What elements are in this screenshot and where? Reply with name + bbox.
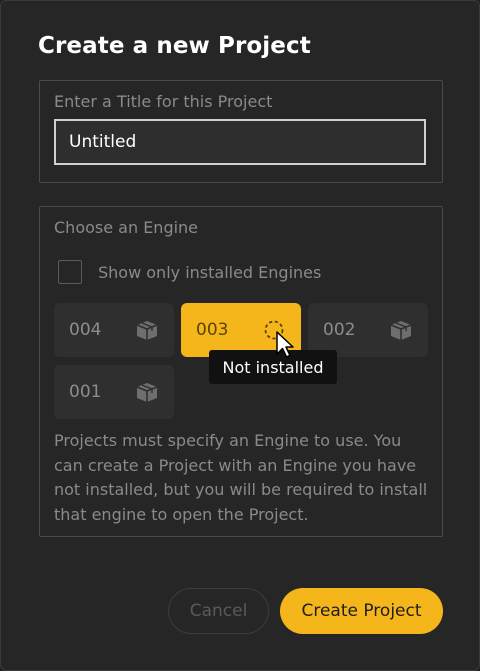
dialog-title: Create a new Project (38, 33, 311, 59)
project-title-input[interactable] (54, 119, 426, 165)
package-icon (390, 321, 412, 340)
engine-label: 001 (69, 382, 102, 402)
title-fieldset: Enter a Title for this Project (39, 80, 443, 183)
package-icon (136, 321, 158, 340)
engine-option-001[interactable]: 001 (54, 365, 174, 419)
engine-label: 004 (69, 320, 102, 340)
cancel-button[interactable]: Cancel (168, 588, 269, 634)
engine-label: 003 (196, 320, 229, 340)
installed-only-label: Show only installed Engines (98, 262, 322, 282)
engine-legend: Choose an Engine (54, 218, 199, 237)
installed-only-checkbox[interactable] (58, 260, 82, 284)
title-legend: Enter a Title for this Project (54, 92, 273, 111)
engine-label: 002 (323, 320, 356, 340)
installed-only-toggle[interactable]: Show only installed Engines (58, 259, 321, 285)
engine-option-002[interactable]: 002 (308, 303, 428, 357)
create-project-button[interactable]: Create Project (280, 588, 443, 634)
create-project-dialog: Create a new Project Enter a Title for t… (0, 0, 480, 671)
engine-option-004[interactable]: 004 (54, 303, 174, 357)
engine-description: Projects must specify an Engine to use. … (54, 431, 428, 524)
mouse-cursor-icon (276, 331, 294, 358)
package-icon (136, 383, 158, 402)
not-installed-tooltip: Not installed (209, 350, 337, 384)
